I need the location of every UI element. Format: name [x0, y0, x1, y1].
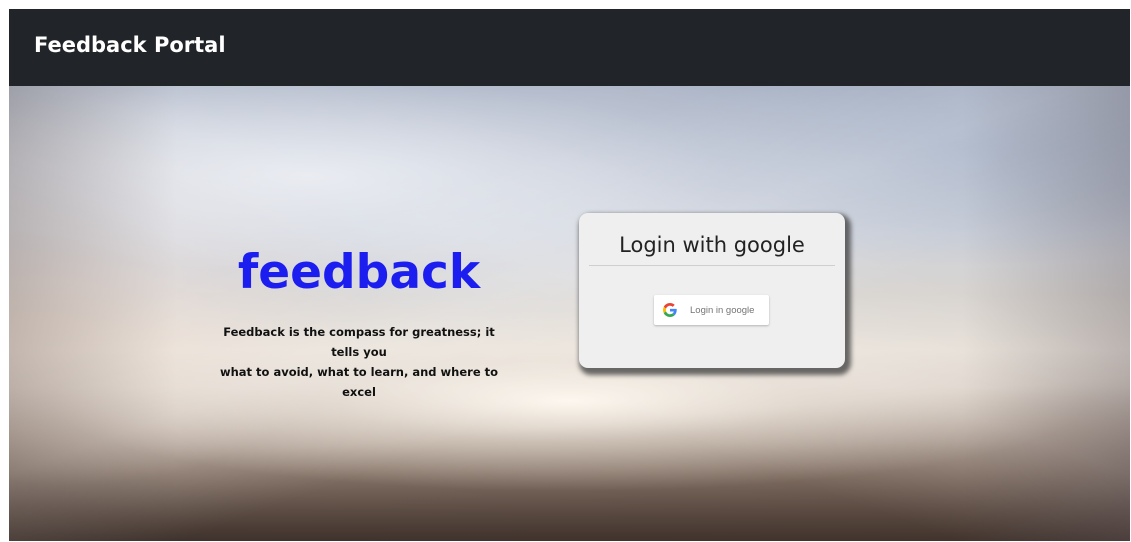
google-login-button[interactable]: Login in google	[654, 295, 769, 325]
google-login-label: Login in google	[690, 304, 755, 316]
brand-title[interactable]: Feedback Portal	[34, 33, 226, 57]
login-heading: Login with google	[619, 233, 805, 257]
tagline-line-2: what to avoid, what to learn, and where …	[219, 365, 499, 399]
hero-background: feedback Feedback is the compass for gre…	[9, 86, 1130, 541]
top-navbar: Feedback Portal	[9, 9, 1130, 86]
card-divider	[589, 265, 835, 266]
page-frame: Feedback Portal feedback Feedback is the…	[9, 9, 1130, 541]
hero-tagline: Feedback is the compass for greatness; i…	[209, 322, 509, 402]
hero-text-block: feedback Feedback is the compass for gre…	[209, 243, 509, 402]
google-g-icon	[663, 303, 677, 317]
hero-title: feedback	[237, 245, 481, 300]
tagline-line-1: Feedback is the compass for greatness; i…	[223, 325, 495, 359]
login-card: Login with google Login in google	[579, 213, 845, 368]
